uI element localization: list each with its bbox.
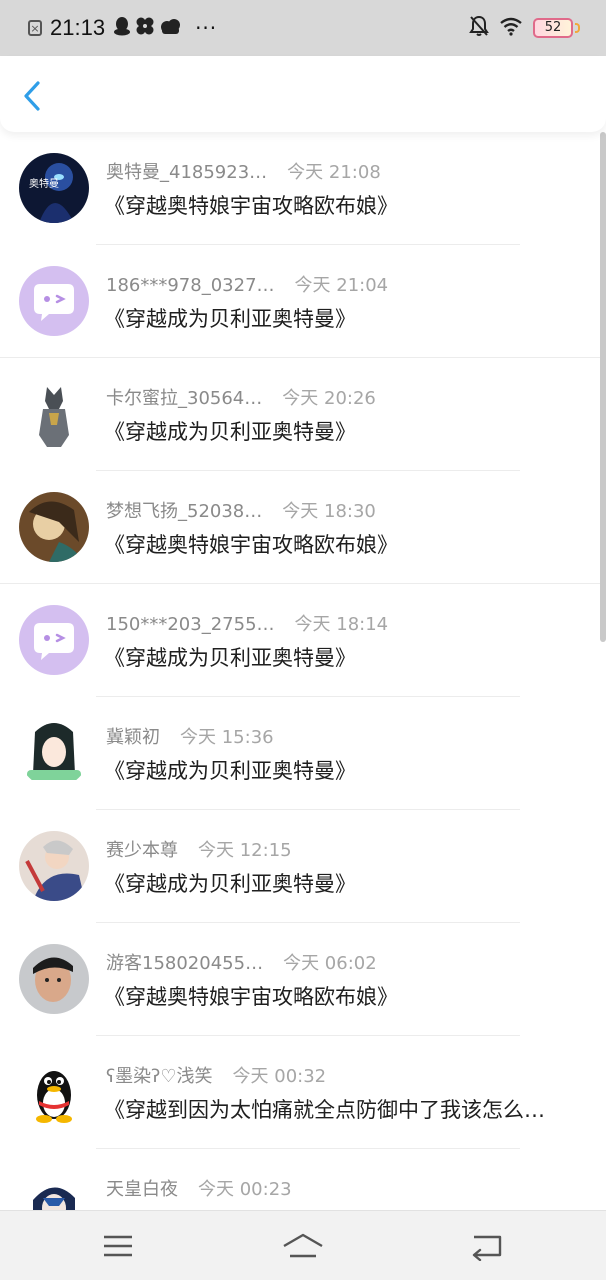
- list-item[interactable]: 游客158020455… 今天 06:02 《穿越奥特娘宇宙攻略欧布娘》: [0, 923, 600, 1036]
- book-title: 《穿越到因为太怕痛就全点防御中了我该怎么…: [104, 1098, 545, 1122]
- menu-button[interactable]: [98, 1231, 138, 1261]
- list-item[interactable]: 186***978_0327… 今天 21:04 《穿越成为贝利亚奥特曼》: [0, 245, 600, 358]
- book-title: 《穿越成为贝利亚奥特曼》: [104, 307, 356, 331]
- status-time: 21:13: [50, 15, 106, 40]
- status-notification-icons: [113, 16, 181, 40]
- book-title: 《穿越奥特娘宇宙攻略欧布娘》: [104, 194, 398, 218]
- back-nav-button[interactable]: [468, 1231, 508, 1262]
- visitor-meta: 186***978_0327… 今天 21:04: [106, 271, 388, 297]
- notification-close-icon: ×: [28, 20, 42, 36]
- visit-time: 今天 00:32: [232, 1066, 327, 1087]
- visitor-list: 奥特曼 奥特曼_4185923… 今天 21:08 《穿越奥特娘宇宙攻略欧布娘》 …: [0, 132, 606, 1210]
- list-item[interactable]: 赛少本尊 今天 12:15 《穿越成为贝利亚奥特曼》: [0, 810, 600, 923]
- visitor-meta: 150***203_2755… 今天 18:14: [106, 610, 388, 636]
- status-right-icons: 52: [469, 0, 580, 56]
- visitor-meta: 游客158020455… 今天 06:02: [106, 949, 377, 975]
- visitor-name: 卡尔蜜拉_30564…: [106, 388, 263, 409]
- book-title: 《穿越奥特娘宇宙攻略欧布娘》: [104, 985, 398, 1009]
- back-icon: [472, 1235, 502, 1262]
- list-item[interactable]: 奥特曼 奥特曼_4185923… 今天 21:08 《穿越奥特娘宇宙攻略欧布娘》: [0, 132, 600, 245]
- visit-time: 今天 21:04: [294, 275, 389, 296]
- visitor-meta: 天皇白夜 今天 00:23: [106, 1175, 292, 1201]
- visit-time: 今天 18:30: [282, 501, 376, 522]
- status-bar: × 21:13 ··· 52: [0, 0, 606, 56]
- more-notifications-icon: ···: [195, 16, 218, 40]
- home-button[interactable]: [280, 1231, 326, 1261]
- book-title: 《穿越奥特娘宇宙攻略欧布娘》: [104, 533, 398, 557]
- chevron-left-icon: [24, 81, 40, 111]
- avatar[interactable]: [19, 605, 89, 675]
- book-title: 《穿越成为贝利亚奥特曼》: [104, 759, 356, 783]
- visitor-name: 梦想飞扬_52038…: [106, 501, 263, 522]
- cloud-icon: [159, 17, 181, 39]
- book-title: 《穿越成为贝利亚奥特曼》: [104, 646, 356, 670]
- visitor-name: ʕ墨染ʔ♡浅笑: [106, 1066, 213, 1087]
- avatar[interactable]: [19, 266, 89, 336]
- home-icon: [283, 1233, 323, 1258]
- avatar[interactable]: [19, 1170, 89, 1210]
- list-item[interactable]: ʕ墨染ʔ♡浅笑 今天 00:32 《穿越到因为太怕痛就全点防御中了我该怎么…: [0, 1036, 600, 1149]
- visit-time: 今天 06:02: [283, 953, 377, 974]
- avatar[interactable]: [19, 492, 89, 562]
- app-screen: × 21:13 ··· 52 奥特曼 奥特曼_4185923… 今天 21:08…: [0, 0, 606, 1280]
- menu-icon: [104, 1235, 132, 1257]
- visit-time: 今天 00:23: [198, 1179, 292, 1200]
- visit-time: 今天 15:36: [180, 727, 274, 748]
- visitor-meta: 梦想飞扬_52038… 今天 18:30: [106, 497, 376, 523]
- system-navigation-bar: [0, 1210, 606, 1280]
- visit-time: 今天 21:08: [287, 162, 381, 183]
- visitor-name: 奥特曼_4185923…: [106, 162, 268, 183]
- visitor-name: 赛少本尊: [106, 840, 178, 861]
- list-item[interactable]: 150***203_2755… 今天 18:14 《穿越成为贝利亚奥特曼》: [0, 584, 600, 697]
- avatar[interactable]: [19, 1057, 89, 1127]
- top-app-bar: [0, 56, 606, 132]
- avatar[interactable]: 奥特曼: [19, 153, 89, 223]
- avatar[interactable]: [19, 831, 89, 901]
- visit-time: 今天 20:26: [282, 388, 376, 409]
- visitor-meta: 奥特曼_4185923… 今天 21:08: [106, 158, 381, 184]
- visitor-name: 冀颖初: [106, 727, 160, 748]
- visitor-name: 游客158020455…: [106, 953, 264, 974]
- svg-text:奥特曼: 奥特曼: [29, 177, 59, 190]
- list-item[interactable]: 冀颖初 今天 15:36 《穿越成为贝利亚奥特曼》: [0, 697, 600, 810]
- battery-level: 52: [544, 20, 562, 35]
- book-title: 《穿越成为贝利亚奥特曼》: [104, 420, 356, 444]
- battery-charging-icon: [575, 23, 580, 33]
- visitor-meta: 卡尔蜜拉_30564… 今天 20:26: [106, 384, 376, 410]
- list-item[interactable]: 梦想飞扬_52038… 今天 18:30 《穿越奥特娘宇宙攻略欧布娘》: [0, 471, 600, 584]
- scrollbar[interactable]: [600, 132, 606, 642]
- visitor-meta: 赛少本尊 今天 12:15: [106, 836, 292, 862]
- visitor-meta: ʕ墨染ʔ♡浅笑 今天 00:32: [106, 1062, 326, 1088]
- visitor-meta: 冀颖初 今天 15:36: [106, 723, 274, 749]
- visit-time: 今天 12:15: [198, 840, 292, 861]
- wifi-icon: [499, 16, 523, 40]
- visitor-name: 150***203_2755…: [106, 614, 275, 635]
- pinwheel-icon: [135, 16, 155, 40]
- list-item[interactable]: 天皇白夜 今天 00:23: [0, 1149, 600, 1210]
- avatar[interactable]: [19, 944, 89, 1014]
- avatar[interactable]: [19, 379, 89, 449]
- bell-muted-icon: [469, 15, 489, 41]
- visitor-name: 天皇白夜: [106, 1179, 178, 1200]
- book-title: 《穿越成为贝利亚奥特曼》: [104, 872, 356, 896]
- avatar[interactable]: [19, 718, 89, 788]
- back-button[interactable]: [18, 78, 48, 114]
- visitor-name: 186***978_0327…: [106, 275, 275, 296]
- qq-penguin-icon: [113, 16, 131, 40]
- battery-indicator: 52: [533, 18, 573, 38]
- visit-time: 今天 18:14: [294, 614, 389, 635]
- list-item[interactable]: 卡尔蜜拉_30564… 今天 20:26 《穿越成为贝利亚奥特曼》: [0, 358, 600, 471]
